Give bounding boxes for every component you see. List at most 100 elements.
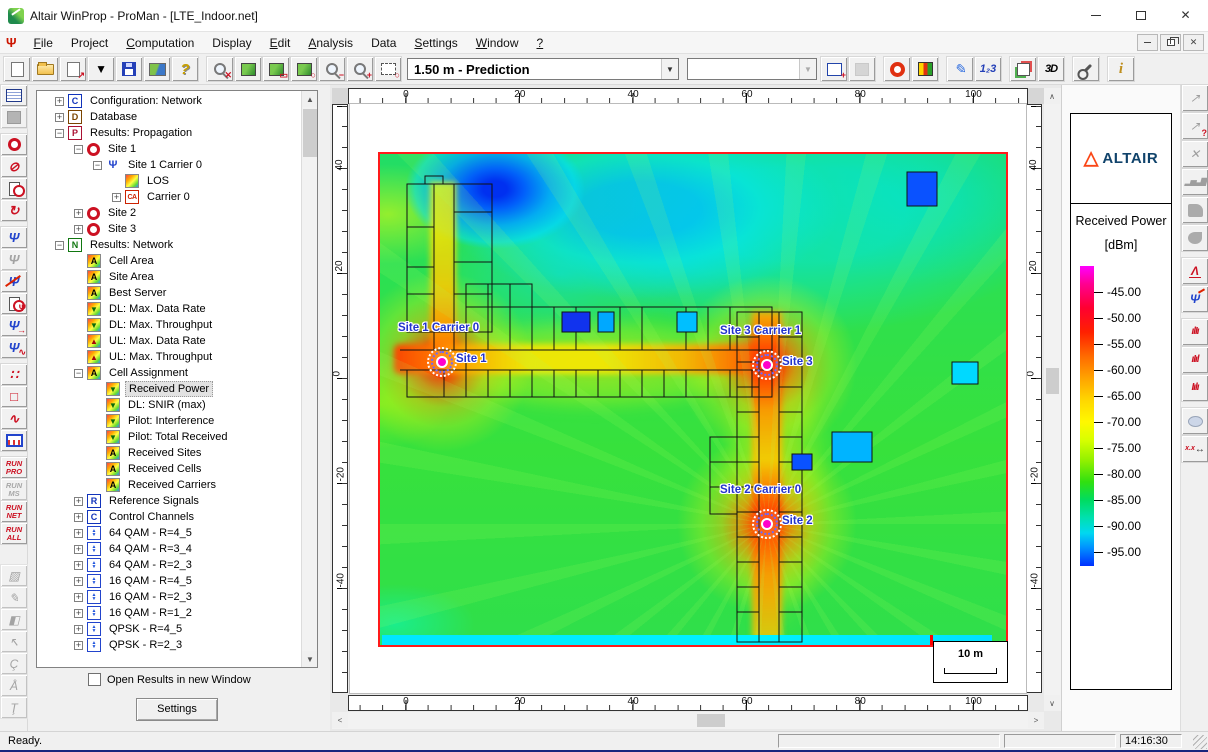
tree-item-label[interactable]: Pilot: Total Received <box>125 430 230 444</box>
tree-scrollbar[interactable]: ▲ ▼ <box>301 91 317 667</box>
menu-item-?[interactable]: ? <box>527 34 552 52</box>
scroll-right-icon[interactable]: > <box>1028 712 1044 728</box>
collapse-icon[interactable]: − <box>74 145 83 154</box>
tree-item[interactable]: +DDatabase <box>37 109 300 125</box>
expand-icon[interactable]: + <box>55 113 64 122</box>
tree-item[interactable]: ▼DL: Max. Throughput <box>37 317 300 333</box>
chevron-down-icon[interactable]: ▼ <box>661 59 678 79</box>
tree-item-label[interactable]: DL: Max. Data Rate <box>106 302 209 316</box>
antenna-wave-button[interactable]: Ψ∿ <box>1 337 27 358</box>
expand-icon[interactable]: + <box>74 577 83 586</box>
zoom-region-button[interactable]: ▭ <box>263 57 289 81</box>
expand-icon[interactable]: + <box>74 609 83 618</box>
area-polyline-button[interactable]: ∿ <box>1 408 27 429</box>
tree-item-label[interactable]: Site 1 Carrier 0 <box>125 158 205 172</box>
tree-item[interactable]: +CControl Channels <box>37 509 300 525</box>
settings-button[interactable]: Settings <box>136 698 218 721</box>
export-image-button[interactable]: ↗ <box>60 57 86 81</box>
run-all-button[interactable]: RUN ALL <box>1 523 27 544</box>
site-new-button[interactable] <box>1 134 27 155</box>
expand-icon[interactable]: + <box>74 209 83 218</box>
view-3d-button[interactable]: 3D <box>1038 57 1064 81</box>
prediction-map[interactable]: Site 1 Carrier 0Site 1Site 3 Carrier 1Si… <box>378 152 1008 647</box>
tree-item-label[interactable]: Site 3 <box>105 222 139 236</box>
zoom-out-button[interactable]: − <box>319 57 345 81</box>
antenna-button[interactable]: Ψ <box>1 227 27 248</box>
export-dropdown-button[interactable]: ▼ <box>88 57 114 81</box>
tree-item-label[interactable]: QPSK - R=2_3 <box>106 638 185 652</box>
scroll-up-icon[interactable]: ▲ <box>302 91 318 107</box>
expand-icon[interactable]: + <box>74 625 83 634</box>
help-button[interactable]: ? <box>172 57 198 81</box>
run-network-button[interactable]: RUN NET <box>1 501 27 522</box>
tree-item-label[interactable]: 16 QAM - R=2_3 <box>106 590 195 604</box>
tree-item[interactable]: +CConfiguration: Network <box>37 93 300 109</box>
layer-combo[interactable]: ▼ <box>687 58 817 80</box>
tree-item[interactable]: −NResults: Network <box>37 237 300 253</box>
area-points-button[interactable]: ∷ <box>1 364 27 385</box>
site-marker[interactable] <box>427 347 457 377</box>
mdi-restore-button[interactable] <box>1160 34 1181 51</box>
horizontal-scrollbar[interactable]: < > <box>332 712 1044 729</box>
tree-item[interactable]: ▼DL: Max. Data Rate <box>37 301 300 317</box>
tree-item[interactable]: +▲ ▼64 QAM - R=3_4 <box>37 541 300 557</box>
expand-icon[interactable]: + <box>74 529 83 538</box>
tree-item-label[interactable]: DL: SNIR (max) <box>125 398 209 412</box>
zoom-select-button[interactable]: ○ <box>375 57 401 81</box>
antenna-delete-button[interactable]: Ψ <box>1 271 27 292</box>
bars-sites-button[interactable]: ılIı <box>1182 319 1208 345</box>
tree-item[interactable]: +▲ ▼16 QAM - R=1_2 <box>37 605 300 621</box>
site-marker[interactable] <box>752 509 782 539</box>
tree-item[interactable]: +▲ ▼16 QAM - R=4_5 <box>37 573 300 589</box>
scroll-left-icon[interactable]: < <box>332 712 348 728</box>
tree-item[interactable]: − Site 1 <box>37 141 300 157</box>
tree-item[interactable]: ACell Area <box>37 253 300 269</box>
bars-carriers-button[interactable]: Iılı <box>1182 375 1208 401</box>
menu-item-project[interactable]: Project <box>62 34 117 52</box>
mdi-close-button[interactable]: ✕ <box>1183 34 1204 51</box>
zoom-off-button[interactable]: ✕ <box>207 57 233 81</box>
tree-item-label[interactable]: LOS <box>144 174 172 188</box>
tree-item-label[interactable]: Configuration: Network <box>87 94 205 108</box>
expand-icon[interactable]: + <box>74 561 83 570</box>
tree-item[interactable]: +▲ ▼64 QAM - R=2_3 <box>37 557 300 573</box>
measure-button[interactable]: x.x↔ <box>1182 436 1208 462</box>
tree-item-label[interactable]: 16 QAM - R=1_2 <box>106 606 195 620</box>
tree-item-label[interactable]: 64 QAM - R=4_5 <box>106 526 195 540</box>
info-button[interactable]: i <box>1108 57 1134 81</box>
scroll-thumb[interactable] <box>697 714 725 727</box>
resize-grip[interactable] <box>1193 735 1207 749</box>
scroll-thumb[interactable] <box>1046 368 1059 394</box>
tree-item-label[interactable]: Site Area <box>106 270 157 284</box>
tree-item-label[interactable]: Received Power <box>125 381 213 397</box>
expand-icon[interactable]: + <box>74 497 83 506</box>
tree-item-label[interactable]: Carrier 0 <box>144 190 193 204</box>
tree-item[interactable]: ASite Area <box>37 269 300 285</box>
tree-item[interactable]: −ACell Assignment <box>37 365 300 381</box>
legend-colors-button[interactable] <box>912 57 938 81</box>
tree-item-label[interactable]: Results: Network <box>87 238 176 252</box>
tree-item[interactable]: +Site 3 <box>37 221 300 237</box>
display-settings-button[interactable]: ✎ <box>947 57 973 81</box>
antenna-document-button[interactable]: Ψ <box>1 293 27 314</box>
scroll-thumb[interactable] <box>303 109 317 157</box>
tree-item-label[interactable]: Best Server <box>106 286 169 300</box>
open-results-checkbox[interactable] <box>88 673 101 686</box>
tree-item[interactable]: ▼Received Power <box>37 381 300 397</box>
zoom-full-button[interactable] <box>235 57 261 81</box>
site-rotate-button[interactable]: ↻ <box>1 200 27 221</box>
save-button[interactable] <box>116 57 142 81</box>
zoom-in-button[interactable]: + <box>347 57 373 81</box>
tree-item-label[interactable]: Site 1 <box>105 142 139 156</box>
new-document-button[interactable] <box>4 57 30 81</box>
tree-item-label[interactable]: Received Sites <box>125 446 204 460</box>
tree-item-label[interactable]: QPSK - R=4_5 <box>106 622 185 636</box>
expand-icon[interactable]: + <box>112 193 121 202</box>
tree-item[interactable]: +▲ ▼QPSK - R=4_5 <box>37 621 300 637</box>
new-window-button[interactable]: + <box>821 57 847 81</box>
tree-item-label[interactable]: Results: Propagation <box>87 126 195 140</box>
tree-item[interactable]: +▲ ▼QPSK - R=2_3 <box>37 637 300 653</box>
prediction-combo[interactable]: 1.50 m - Prediction▼ <box>407 58 679 80</box>
menu-item-analysis[interactable]: Analysis <box>299 34 362 52</box>
tools-button[interactable] <box>1073 57 1099 81</box>
